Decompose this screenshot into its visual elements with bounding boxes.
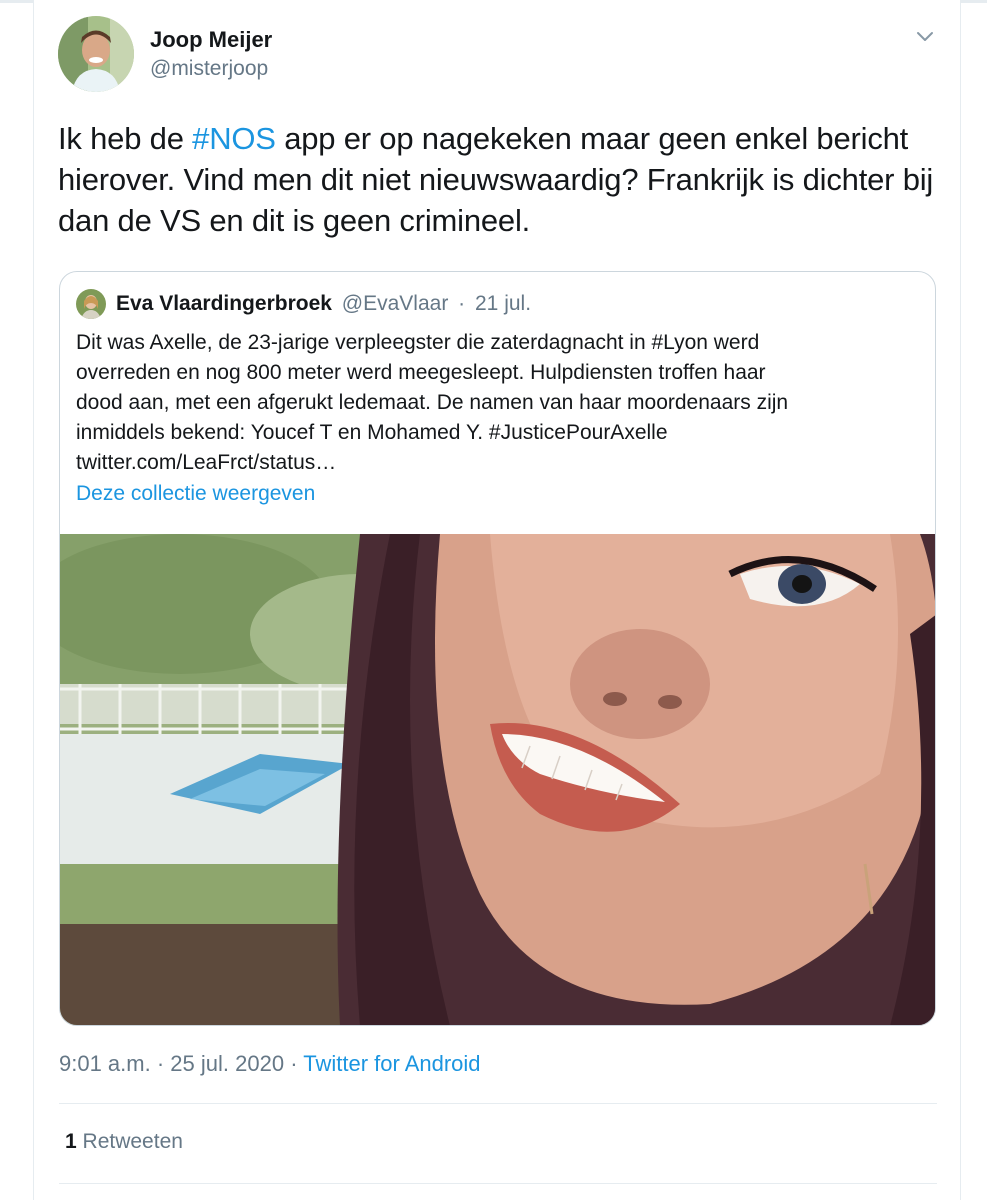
view-collection-link[interactable]: Deze collectie weergeven: [76, 482, 315, 506]
author-avatar[interactable]: [58, 16, 134, 92]
source-link[interactable]: Twitter for Android: [303, 1051, 480, 1076]
quoted-date[interactable]: 21 jul.: [475, 292, 531, 315]
quoted-tweet[interactable]: Eva Vlaardingerbroek @EvaVlaar · 21 jul.…: [59, 271, 936, 1026]
quoted-author-avatar[interactable]: [76, 289, 106, 319]
chevron-down-icon[interactable]: [914, 26, 936, 48]
retweet-stats[interactable]: 1 Retweeten: [65, 1130, 183, 1154]
actions-divider: [59, 1183, 937, 1184]
author-name[interactable]: Joop Meijer: [150, 27, 272, 53]
quoted-separator: ·: [458, 292, 466, 315]
author-handle[interactable]: @misterjoop: [150, 57, 268, 81]
retweet-count: 1: [65, 1130, 77, 1153]
stats-divider: [59, 1103, 937, 1104]
retweet-label: Retweeten: [82, 1130, 183, 1153]
quoted-tweet-photo[interactable]: [60, 534, 935, 1025]
tweet-text: Ik heb de #NOS app er op nagekeken maar …: [58, 118, 938, 241]
quoted-tweet-text: Dit was Axelle, de 23-jarige verpleegste…: [76, 331, 789, 474]
tweet-timestamp: 9:01 a.m. · 25 jul. 2020 · Twitter for A…: [59, 1051, 481, 1077]
tweet-time[interactable]: 9:01 a.m.: [59, 1051, 151, 1076]
quoted-tweet-header: Eva Vlaardingerbroek @EvaVlaar · 21 jul.: [116, 292, 531, 316]
hashtag-link[interactable]: #NOS: [192, 121, 276, 156]
quoted-author-name[interactable]: Eva Vlaardingerbroek: [116, 292, 332, 315]
tweet-card: Joop Meijer @misterjoop Ik heb de #NOS a…: [33, 0, 961, 1200]
timestamp-separator: ·: [156, 1051, 165, 1076]
source-separator: ·: [290, 1051, 298, 1076]
tweet-date[interactable]: 25 jul. 2020: [170, 1051, 284, 1076]
tweet-text-part: Ik heb de: [58, 121, 193, 156]
quoted-author-handle[interactable]: @EvaVlaar: [342, 292, 449, 315]
